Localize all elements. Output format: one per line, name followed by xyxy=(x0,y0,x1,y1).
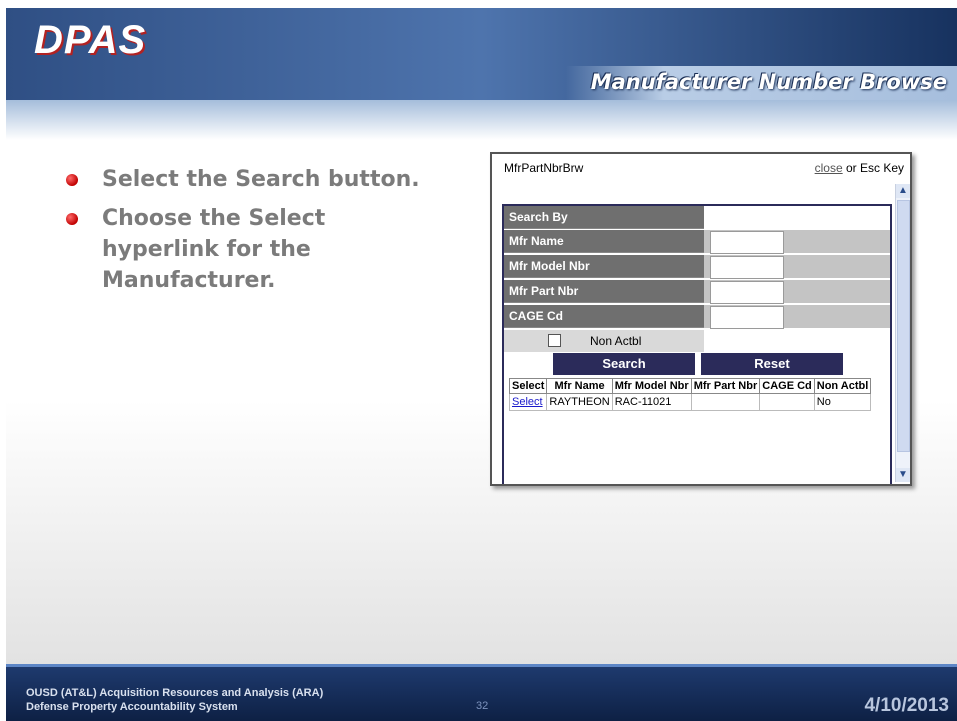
bullet-dot-icon xyxy=(66,213,78,225)
close-link[interactable]: close xyxy=(815,161,843,175)
mfr-browse-window: MfrPartNbrBrw close or Esc Key ▲ ▼ Searc… xyxy=(490,152,912,486)
non-actbl-checkbox[interactable] xyxy=(548,334,561,347)
footer: OUSD (AT&L) Acquisition Resources and An… xyxy=(6,664,957,721)
scroll-thumb[interactable] xyxy=(897,200,910,452)
logo-text: DPAS xyxy=(34,18,147,62)
col-mfr-model-nbr: Mfr Model Nbr xyxy=(611,378,692,394)
cage-cd-row: CAGE Cd xyxy=(504,305,890,329)
bullet-text: Select the Search button. xyxy=(102,167,420,192)
mfr-name-row: Mfr Name xyxy=(504,230,890,254)
col-select: Select xyxy=(508,378,548,394)
bullet-dot-icon xyxy=(66,174,78,186)
col-cage-cd: CAGE Cd xyxy=(759,378,815,394)
select-link[interactable]: Select xyxy=(512,396,543,408)
mfr-name-label: Mfr Name xyxy=(504,230,704,253)
close-area: close or Esc Key xyxy=(815,161,904,175)
footer-system: Defense Property Accountability System xyxy=(26,701,238,713)
cell-mfr-name: RAYTHEON xyxy=(546,393,613,411)
table-header-row: Select Mfr Name Mfr Model Nbr Mfr Part N… xyxy=(508,378,872,394)
scroll-down-arrow-icon[interactable]: ▼ xyxy=(896,468,910,482)
mfr-model-nbr-row: Mfr Model Nbr xyxy=(504,255,890,279)
bullet-list: Select the Search button. Choose the Sel… xyxy=(66,164,446,304)
cage-cd-label: CAGE Cd xyxy=(504,305,704,328)
cell-cage-cd xyxy=(759,393,815,411)
scroll-up-arrow-icon[interactable]: ▲ xyxy=(896,184,910,198)
slide-title: Manufacturer Number Browse xyxy=(590,70,947,94)
non-actbl-label: Non Actbl xyxy=(590,334,642,348)
dpas-logo: DPAS xyxy=(18,14,168,72)
mfr-part-nbr-row: Mfr Part Nbr xyxy=(504,280,890,304)
header-fade xyxy=(6,100,957,140)
footer-date: 4/10/2013 xyxy=(864,695,949,716)
search-form: Search By Mfr Name Mfr Model Nbr Mfr Par… xyxy=(502,204,892,484)
search-by-row: Search By xyxy=(504,206,890,230)
footer-org: OUSD (AT&L) Acquisition Resources and An… xyxy=(26,687,324,699)
bullet-item: Choose the Select hyperlink for the Manu… xyxy=(66,203,446,296)
table-row: Select RAYTHEON RAC-11021 No xyxy=(508,393,872,411)
cell-mfr-part-nbr xyxy=(690,393,761,411)
mfr-model-nbr-label: Mfr Model Nbr xyxy=(504,255,704,278)
mfr-model-nbr-input[interactable] xyxy=(710,256,784,279)
results-table: Select Mfr Name Mfr Model Nbr Mfr Part N… xyxy=(508,378,872,411)
bullet-item: Select the Search button. xyxy=(66,164,446,195)
close-suffix: or Esc Key xyxy=(842,161,904,175)
reset-button[interactable]: Reset xyxy=(700,352,844,376)
mfr-name-input[interactable] xyxy=(710,231,784,254)
slide: DPAS Manufacturer Number Browse Select t… xyxy=(6,8,957,721)
cell-mfr-model-nbr: RAC-11021 xyxy=(611,393,692,411)
vertical-scrollbar[interactable]: ▲ ▼ xyxy=(895,184,910,482)
cell-non-actbl: No xyxy=(813,393,872,411)
mfr-part-nbr-label: Mfr Part Nbr xyxy=(504,280,704,303)
window-title: MfrPartNbrBrw xyxy=(504,161,584,175)
mfr-part-nbr-input[interactable] xyxy=(710,281,784,304)
page-number: 32 xyxy=(476,700,489,712)
non-actbl-row: Non Actbl xyxy=(504,330,704,352)
col-mfr-name: Mfr Name xyxy=(546,378,613,394)
search-by-label: Search By xyxy=(504,206,704,229)
cage-cd-input[interactable] xyxy=(710,306,784,329)
col-non-actbl: Non Actbl xyxy=(813,378,872,394)
bullet-text: Choose the Select hyperlink for the Manu… xyxy=(102,206,326,293)
col-mfr-part-nbr: Mfr Part Nbr xyxy=(690,378,761,394)
search-button[interactable]: Search xyxy=(552,352,696,376)
